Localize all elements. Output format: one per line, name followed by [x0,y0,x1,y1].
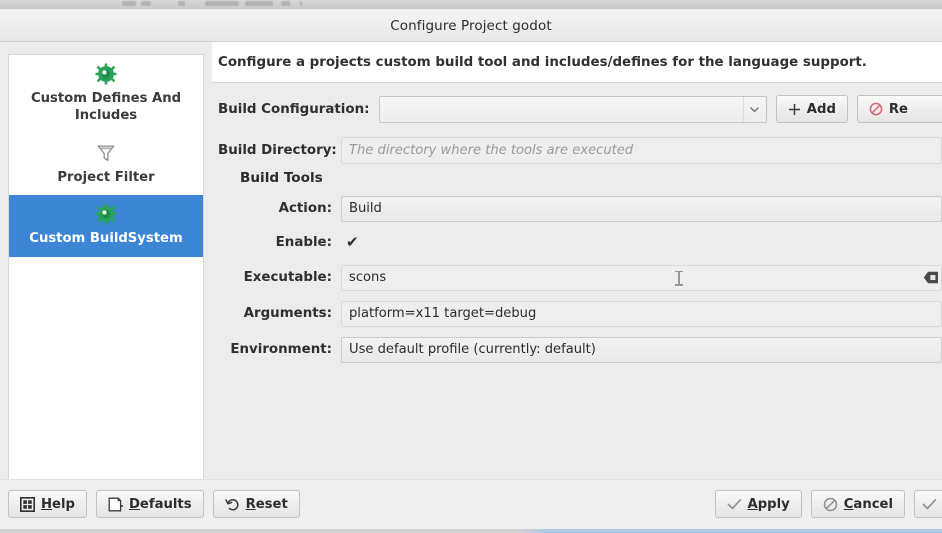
pane-content: Build Configuration: Add Re Build Direct… [212,83,942,477]
prohibition-icon [823,497,838,512]
sidebar-item-project-filter[interactable]: Project Filter [9,134,203,195]
help-grid-icon [20,496,35,512]
executable-label: Executable: [243,270,332,285]
action-label: Action: [278,201,332,216]
build-directory-input[interactable]: The directory where the tools are execut… [341,137,942,164]
text-cursor-icon [675,270,683,286]
sidebar-item-custom-defines-and-includes[interactable]: Custom Defines And Includes [9,55,203,134]
cancel-button-label: Cancel [843,496,893,512]
chevron-down-icon[interactable] [742,96,766,122]
help-button-label: Help [41,496,75,512]
background-app-strip [0,0,942,9]
action-value: Build [349,201,382,216]
sidebar-item-label: Custom BuildSystem [29,231,183,247]
environment-row: Environment: Use default profile (curren… [218,336,942,363]
checkmark-icon: ✔ [346,232,359,251]
button-bar-right-group: Apply Cancel [714,490,942,518]
build-configuration-combobox[interactable] [378,95,767,123]
build-tools-section-title: Build Tools [240,170,323,186]
enable-label: Enable: [275,234,332,250]
build-directory-label: Build Directory: [218,143,337,158]
enable-checkbox[interactable]: ✔ [341,232,372,251]
apply-button[interactable]: Apply [714,490,802,518]
enable-row: Enable: ✔ [218,231,942,253]
sidebar-item-label: Project Filter [57,169,155,185]
settings-pane: Configure a projects custom build tool a… [212,42,942,533]
build-directory-placeholder: The directory where the tools are execut… [349,143,634,158]
defaults-button-label: Defaults [128,496,192,512]
gear-icon [95,203,117,225]
environment-label: Environment: [230,342,332,357]
button-bar-left-group: Help Defaults Reset [8,490,300,518]
remove-build-configuration-button[interactable]: Re [856,95,942,123]
window-bottom-edge [0,529,942,533]
apply-button-label: Apply [747,496,790,512]
checkmark-icon [922,498,937,511]
executable-input[interactable]: scons [341,264,942,291]
dialog-body: Custom Defines And Includes Project Filt… [0,42,942,533]
undo-arrow-icon [224,497,240,512]
arguments-label: Arguments: [243,306,332,321]
dialog-titlebar: Configure Project godot [0,10,942,42]
add-button-label: Add [806,101,836,117]
executable-value: scons [349,270,387,285]
pane-description: Configure a projects custom build tool a… [218,54,867,70]
checkmark-icon [727,498,742,511]
executable-row: Executable: scons [218,264,942,291]
sidebar-item-label: Custom Defines And Includes [30,91,182,124]
clear-text-icon[interactable] [921,266,941,290]
plus-icon [788,103,801,116]
action-row: Action: Build [218,195,942,222]
environment-button[interactable]: Use default profile (currently: default) [341,336,942,363]
action-combobox[interactable]: Build [341,195,942,222]
arguments-row: Arguments: platform=x11 target=debug [218,300,942,327]
defaults-button[interactable]: Defaults [95,490,204,518]
gear-icon [95,63,117,85]
remove-button-label: Re [888,101,908,117]
pane-description-bar: Configure a projects custom build tool a… [212,42,942,83]
reset-button-label: Reset [245,496,288,512]
funnel-icon [95,142,117,164]
help-button[interactable]: Help [8,490,87,518]
sidebar-item-custom-buildsystem[interactable]: Custom BuildSystem [9,195,203,257]
dialog-title: Configure Project godot [390,17,552,34]
build-directory-row: Build Directory: The directory where the… [218,137,942,164]
reset-button[interactable]: Reset [212,490,300,518]
cancel-button[interactable]: Cancel [810,490,905,518]
build-configuration-label: Build Configuration: [218,101,370,117]
build-configuration-row: Build Configuration: Add Re [212,94,942,124]
ok-button[interactable] [914,490,942,518]
document-icon [108,497,123,512]
build-form: Build Directory: The directory where the… [212,137,942,363]
dialog-button-bar: Help Defaults Reset Apply Cancel [0,479,942,533]
prohibition-icon [869,102,883,116]
configure-project-dialog: Configure Project godot Custom Defines A… [0,9,942,533]
add-build-configuration-button[interactable]: Add [775,95,848,123]
arguments-input[interactable]: platform=x11 target=debug [341,300,942,327]
settings-category-list[interactable]: Custom Defines And Includes Project Filt… [8,54,204,496]
arguments-value: platform=x11 target=debug [349,306,537,321]
environment-value: Use default profile (currently: default) [349,342,596,357]
